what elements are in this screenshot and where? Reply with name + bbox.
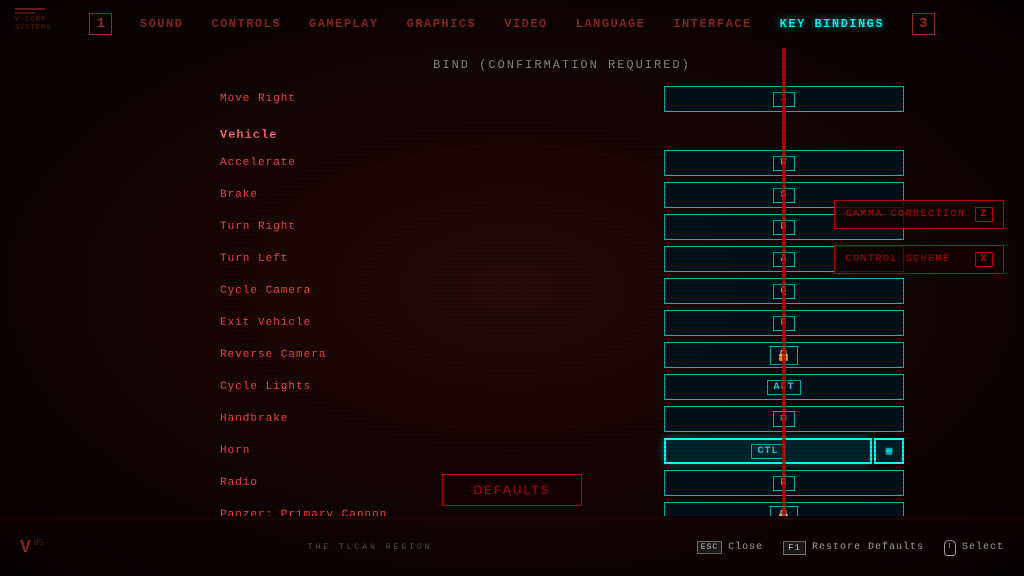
binding-move-right: Move Right → [220,84,904,114]
binding-horn: Horn CTL ▦ [220,436,904,466]
binding-turn-right: Turn Right D [220,212,904,242]
bottom-logo-v: V [20,539,31,557]
close-key: ESC [697,541,722,554]
binding-label-exit-vehicle: Exit Vehicle [220,317,400,329]
red-vertical-bar [782,48,786,516]
control-scheme-label: CONTROL SCHEME [845,254,950,265]
binding-label-horn: Horn [220,445,400,457]
nav-item-sound[interactable]: SOUND [140,17,184,31]
restore-defaults-label: Restore Defaults [812,542,924,553]
nav-bracket-left: 1 [89,13,111,35]
bindings-list: Move Right → Vehicle Accelerate W Brake … [220,84,904,516]
restore-defaults-action: F1 Restore Defaults [783,541,924,555]
bottom-left: V 85 [20,539,43,557]
bottom-right: ESC Close F1 Restore Defaults Select [697,540,1004,556]
binding-handbrake: Handbrake ⊟ [220,404,904,434]
key-box-horn[interactable]: CTL [664,438,872,464]
nav-item-language[interactable]: LANGUAGE [576,17,646,31]
section-vehicle-label: Vehicle [220,128,400,142]
bottom-subtitle: THE TLCAN REGION [308,543,433,552]
bottom-logo-num: 85 [34,539,44,548]
binding-label-turn-left: Turn Left [220,253,400,265]
binding-label-handbrake: Handbrake [220,413,400,425]
top-nav: 1 SOUND CONTROLS GAMEPLAY GRAPHICS VIDEO… [0,0,1024,48]
nav-item-graphics[interactable]: GRAPHICS [407,17,477,31]
binding-label-cycle-lights: Cycle Lights [220,381,400,393]
defaults-button[interactable]: DEFAULTS [442,474,581,506]
control-scheme-button[interactable]: CONTROL SCHEME X [834,245,1004,274]
binding-turn-left: Turn Left A [220,244,904,274]
binding-label-panzer-cannon: Panzer: Primary Cannon [220,509,400,516]
binding-label-accelerate: Accelerate [220,157,400,169]
select-action: Select [944,540,1004,556]
binding-label-move-right: Move Right [220,93,400,105]
binding-label-turn-right: Turn Right [220,221,400,233]
binding-label-brake: Brake [220,189,400,201]
control-scheme-key: X [975,252,993,267]
nav-item-gameplay[interactable]: GAMEPLAY [309,17,379,31]
defaults-area: DEFAULTS [0,474,1024,506]
bindings-panel: Move Right → Vehicle Accelerate W Brake … [220,48,904,516]
gamma-correction-label: GAMMA CORRECTION [845,209,965,220]
binding-cycle-lights: Cycle Lights ALT [220,372,904,402]
gamma-correction-button[interactable]: GAMMA CORRECTION Z [834,200,1004,229]
nav-item-video[interactable]: VIDEO [504,17,548,31]
side-buttons: GAMMA CORRECTION Z CONTROL SCHEME X [834,200,1004,274]
binding-reverse-camera: Reverse Camera 🔒 [220,340,904,370]
bottom-bar: V 85 THE TLCAN REGION ESC Close F1 Resto… [0,518,1024,576]
horn-extra-key: ▦ [874,438,904,464]
bottom-logo-block: V 85 [20,539,43,557]
close-action: ESC Close [697,541,763,554]
nav-item-interface[interactable]: INTERFACE [673,17,751,31]
restore-defaults-key: F1 [783,541,806,555]
section-vehicle: Vehicle [220,116,904,146]
select-label: Select [962,542,1004,553]
binding-label-reverse-camera: Reverse Camera [220,349,400,361]
binding-accelerate: Accelerate W [220,148,904,178]
gamma-correction-key: Z [975,207,993,222]
nav-bracket-right: 3 [912,13,934,35]
binding-cycle-camera: Cycle Camera Q [220,276,904,306]
key-badge-horn: CTL [751,444,784,459]
nav-item-controls[interactable]: CONTROLS [211,17,281,31]
binding-label-cycle-camera: Cycle Camera [220,285,400,297]
close-label: Close [728,542,763,553]
binding-brake: Brake S [220,180,904,210]
mouse-icon [944,540,956,556]
binding-exit-vehicle: Exit Vehicle F [220,308,904,338]
nav-item-keybindings[interactable]: KEY BINDINGS [780,17,884,31]
